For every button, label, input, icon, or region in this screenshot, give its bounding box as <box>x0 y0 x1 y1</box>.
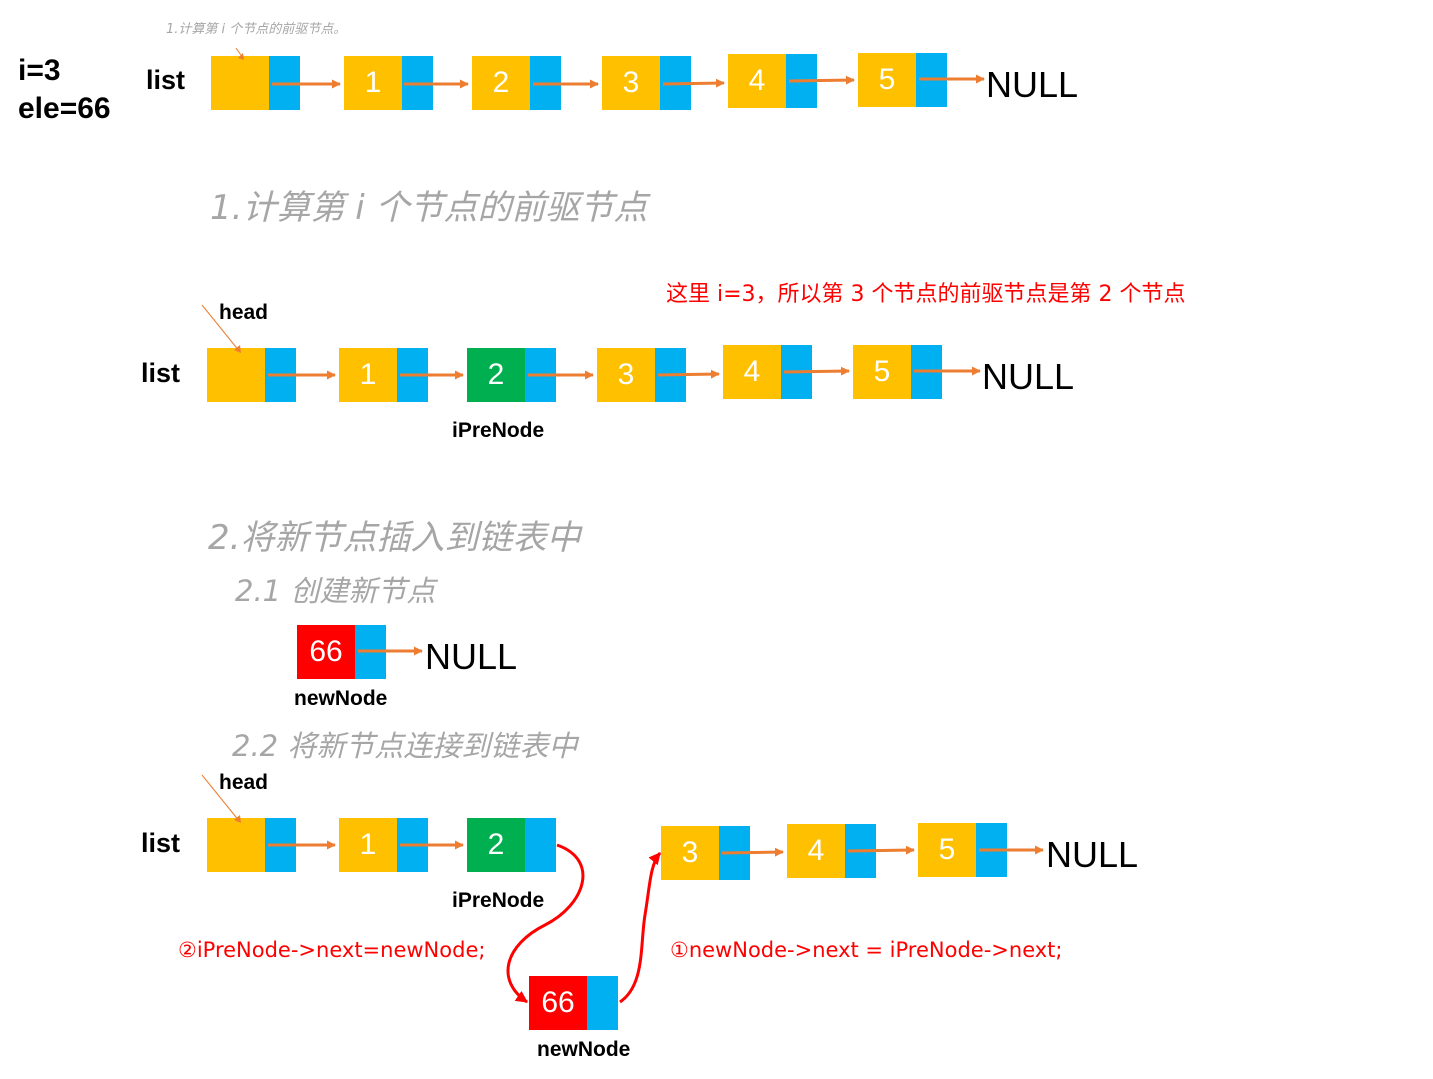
row3-arrow-3 <box>721 847 784 857</box>
row1-arrow-3 <box>662 78 725 88</box>
arrow-layer <box>201 47 1044 1004</box>
curve-prev-to-new <box>506 843 585 1004</box>
row1-head-pointer-tip <box>238 53 244 60</box>
row2-head-pointer <box>201 304 241 353</box>
row1-arrow-4 <box>788 75 855 85</box>
curve-new-to-node3 <box>619 852 662 1004</box>
row3-arrow-4 <box>847 845 915 855</box>
row2-arrow-3 <box>657 369 720 379</box>
row3-head-pointer <box>201 774 241 823</box>
row2-arrow-4 <box>783 366 850 376</box>
